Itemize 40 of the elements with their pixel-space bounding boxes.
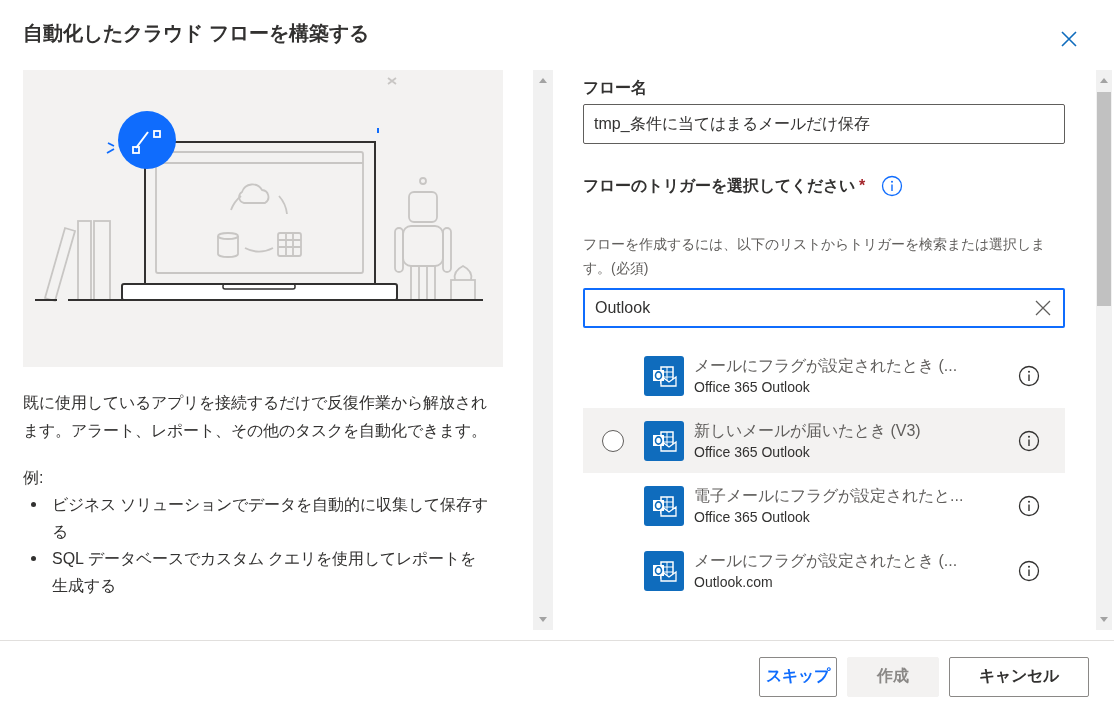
bullet-icon xyxy=(31,556,36,561)
scrollbar[interactable] xyxy=(1096,70,1112,630)
field-label: フロー名 xyxy=(583,78,648,98)
examples-label: 例: xyxy=(23,468,45,488)
connector-name: Office 365 Outlook xyxy=(694,507,811,527)
scrollbar[interactable] xyxy=(533,70,553,630)
required-mark: * xyxy=(859,177,866,195)
flow-name-field[interactable]: tmp_条件に当てはまるメールだけ保存 xyxy=(583,104,1065,144)
instruction-text: フローを作成するには、以下のリストからトリガーを検索または選択します。(必須) xyxy=(583,235,1046,278)
trigger-list-item[interactable]: 新しいメールが届いたとき (V3) Office 365 Outlook xyxy=(583,408,1065,473)
search-field[interactable]: Outlook xyxy=(583,288,1065,328)
mail-app-icon xyxy=(644,485,684,526)
connector-name: Office 365 Outlook xyxy=(694,377,811,397)
trigger-list-item[interactable]: メールにフラグが設定されたとき (... Outlook.com xyxy=(583,538,1065,603)
trigger-list-item[interactable]: メールにフラグが設定されたとき (... Office 365 Outlook xyxy=(583,343,1065,408)
dialog-button[interactable]: スキップ xyxy=(759,656,837,697)
clear-icon[interactable] xyxy=(1035,300,1051,316)
info-icon[interactable] xyxy=(1018,429,1040,452)
close-icon[interactable] xyxy=(1060,30,1078,48)
field-label: フローのトリガーを選択してください xyxy=(583,176,855,196)
trigger-title: メールにフラグが設定されたとき (... xyxy=(694,550,959,571)
info-icon[interactable] xyxy=(1018,559,1040,582)
mail-app-icon xyxy=(644,550,684,591)
trigger-list-item[interactable]: 電子メールにフラグが設定されたと... Office 365 Outlook xyxy=(583,473,1065,538)
radio-button[interactable] xyxy=(602,429,624,452)
info-icon[interactable] xyxy=(1018,364,1040,387)
trigger-title: 新しいメールが届いたとき (V3) xyxy=(694,420,922,441)
connector-name: Office 365 Outlook xyxy=(694,442,811,462)
info-icon[interactable] xyxy=(1018,494,1040,517)
dialog-button[interactable]: キャンセル xyxy=(949,656,1089,697)
mail-app-icon xyxy=(644,355,684,396)
connector-name: Outlook.com xyxy=(694,572,774,592)
bullet-icon xyxy=(31,502,36,507)
example-text: ビジネス ソリューションでデータを自動的に収集して保存する xyxy=(52,495,489,542)
trigger-title: メールにフラグが設定されたとき (... xyxy=(694,355,959,376)
description-text: 既に使用しているアプリを接続するだけで反復作業から解放されます。アラート、レポート、その他のタスクを自動化できます。 xyxy=(23,393,488,441)
mail-app-icon xyxy=(644,420,684,461)
example-text: SQL データベースでカスタム クエリを使用してレポートを生成する xyxy=(52,549,478,596)
trigger-title: 電子メールにフラグが設定されたと... xyxy=(694,485,965,506)
dialog-title: 自動化したクラウド フローを構築する xyxy=(23,21,369,46)
